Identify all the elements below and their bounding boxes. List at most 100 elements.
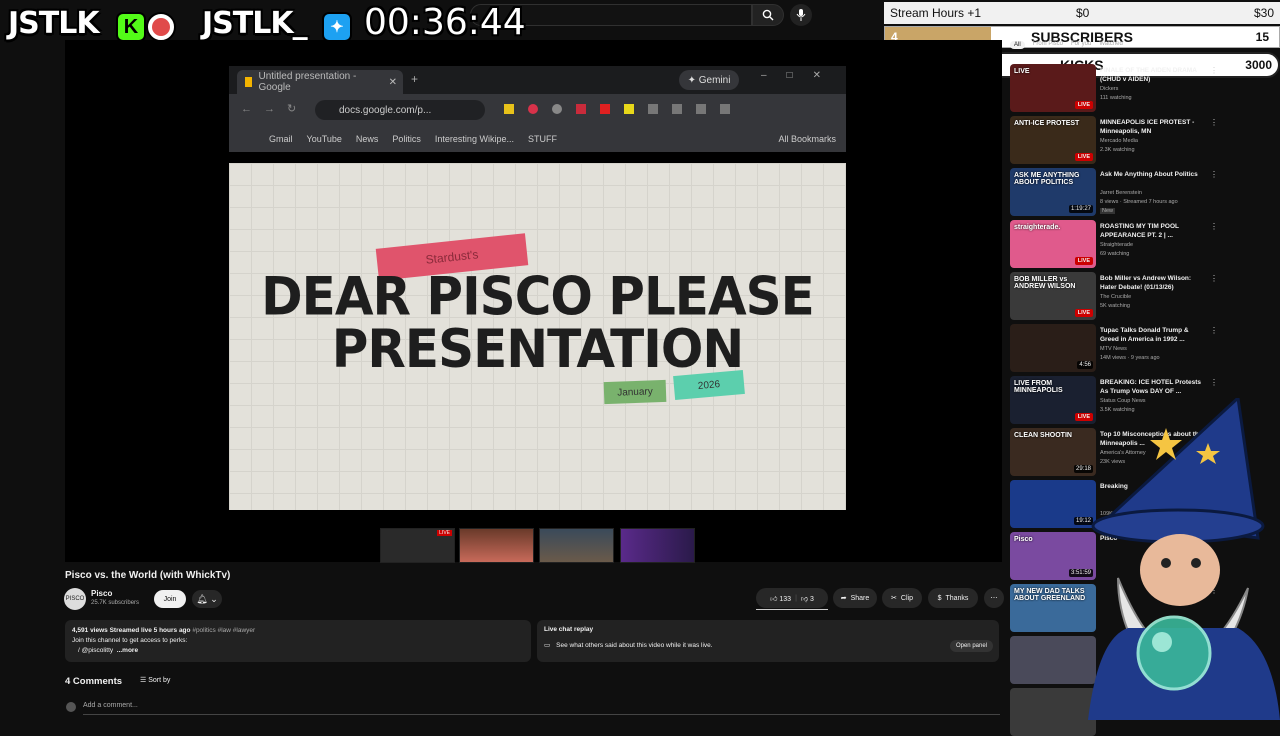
video-thumbnail[interactable]: LIVE FROM MINNEAPOLIS LIVE — [1010, 376, 1096, 424]
description-more[interactable]: ...more — [117, 647, 138, 654]
open-panel-button[interactable]: Open panel — [949, 640, 993, 652]
sidebar-video-meta: 111 watching — [1100, 95, 1132, 101]
sidebar-video-meta: 69 watching — [1100, 251, 1130, 257]
join-button[interactable]: Join — [154, 590, 186, 608]
description-box[interactable]: 4,591 views Streamed live 5 hours ago #p… — [65, 620, 531, 662]
sidebar-video-title[interactable]: BREAKING: ICE HOTEL Protests As Trump Vo… — [1100, 378, 1208, 396]
cam-thumb-2 — [459, 528, 534, 563]
sidebar-video-title[interactable]: Bob Miller vs Andrew Wilson: Hater Debat… — [1100, 274, 1208, 292]
sidebar-video-channel: Dickers — [1100, 86, 1119, 92]
channel-name[interactable]: Pisco — [91, 589, 112, 598]
video-title: Pisco vs. the World (with WhickTv) — [65, 570, 231, 581]
chip-for-you[interactable]: For you — [1071, 41, 1091, 49]
chip-watched[interactable]: Watched — [1099, 41, 1122, 49]
sidebar-video-item[interactable]: ASK ME ANYTHING ABOUT POLITICS 1:19:27 A… — [1010, 168, 1218, 216]
video-thumbnail[interactable] — [1010, 688, 1096, 736]
close-tab-icon: ✕ — [388, 76, 397, 88]
more-options-icon[interactable]: ⋮ — [1210, 378, 1218, 387]
wizard-mascot — [1088, 398, 1280, 720]
live-badge: LIVE — [437, 530, 452, 536]
more-actions-button[interactable]: ⋯ — [984, 588, 1004, 608]
new-tab-icon: + — [411, 72, 419, 86]
sidebar-video-channel: Mercado Media — [1100, 138, 1138, 144]
add-comment-input[interactable]: Add a comment... — [83, 702, 138, 709]
record-icon — [146, 12, 176, 42]
presentation-slide: Stardust's DEAR PISCO PLEASE PRESENTATIO… — [229, 163, 846, 510]
brand-logo-right: JSTLK_ — [202, 6, 308, 41]
more-options-icon[interactable]: ⋮ — [1210, 274, 1218, 283]
cam-thumb-3 — [539, 528, 614, 563]
video-thumbnail[interactable]: 19:12 — [1010, 480, 1096, 528]
like-dislike-group: 👍︎ 133 | 👎︎ 3 — [756, 588, 828, 608]
thumbnail-text: Pisco — [1014, 536, 1033, 543]
sidebar-video-item[interactable]: BOB MILLER vs ANDREW WILSON LIVE Bob Mil… — [1010, 272, 1218, 320]
video-thumbnail[interactable]: MY NEW DAD TALKS ABOUT GREENLAND — [1010, 584, 1096, 632]
more-options-icon[interactable]: ⋮ — [1210, 118, 1218, 127]
more-options-icon[interactable]: ⋮ — [1210, 66, 1218, 75]
sidebar-video-title[interactable]: FINALE OF THE AIDEN DRAMA (CHUD v AIDEN) — [1100, 66, 1208, 84]
slide-tag-year: 2026 — [673, 369, 745, 401]
browser-tab-title: Untitled presentation - Google — [258, 71, 357, 93]
video-duration-badge: 4:56 — [1077, 361, 1093, 369]
more-icon: ⋯ — [990, 595, 998, 602]
description-line3: / @piscolitty — [78, 647, 114, 654]
thanks-icon: $ — [937, 594, 942, 602]
notification-bell-button[interactable]: 🔔︎ ⌄ — [192, 590, 222, 608]
sidebar-video-item[interactable]: ANTI-ICE PROTEST LIVE MINNEAPOLIS ICE PR… — [1010, 116, 1218, 164]
search-button[interactable] — [752, 4, 784, 26]
video-thumbnail[interactable] — [1010, 636, 1096, 684]
stream-hours-end: $30 — [1253, 6, 1274, 20]
chip-from-pisco[interactable]: From Pisco — [1033, 41, 1063, 49]
channel-avatar[interactable]: PISCO — [64, 588, 86, 610]
more-options-icon[interactable]: ⋮ — [1210, 222, 1218, 231]
sidebar-video-title[interactable]: ROASTING MY TIM POOL APPEARANCE PT. 2 | … — [1100, 222, 1208, 240]
scissors-icon: ✂ — [891, 595, 897, 602]
channel-subscribers: 25.7K subscribers — [91, 600, 140, 606]
sidebar-video-item[interactable]: LIVE LIVE FINALE OF THE AIDEN DRAMA (CHU… — [1010, 64, 1218, 112]
stream-hours-start: $0 — [1076, 6, 1090, 20]
like-ratio-bar — [756, 609, 828, 610]
sidebar-video-channel: MTV News — [1100, 346, 1127, 352]
thumbnail-text: BOB MILLER vs ANDREW WILSON — [1014, 276, 1076, 290]
bell-icon: 🔔︎ — [196, 593, 208, 604]
kicks-goal-value: 3000 — [1245, 58, 1272, 72]
video-thumbnail[interactable]: 4:56 — [1010, 324, 1096, 372]
thumbnail-text: ASK ME ANYTHING ABOUT POLITICS — [1014, 172, 1080, 186]
video-thumbnail[interactable]: CLEAN SHOOTIN 29:18 — [1010, 428, 1096, 476]
slide-title-line2: PRESENTATION — [331, 318, 744, 380]
more-options-icon[interactable]: ⋮ — [1210, 170, 1218, 179]
video-duration-badge: LIVE — [1074, 309, 1093, 317]
sidebar-video-item[interactable]: straighterade. LIVE ROASTING MY TIM POOL… — [1010, 220, 1218, 268]
cam-thumb-4 — [620, 528, 695, 563]
video-thumbnail[interactable]: ANTI-ICE PROTEST LIVE — [1010, 116, 1096, 164]
slide-tag-month: January — [603, 379, 667, 405]
video-thumbnail[interactable]: straighterade. LIVE — [1010, 220, 1096, 268]
sidebar-video-item[interactable]: 4:56 Tupac Talks Donald Trump & Greed in… — [1010, 324, 1218, 372]
more-options-icon[interactable]: ⋮ — [1210, 326, 1218, 335]
sidebar-video-title[interactable]: Ask Me Anything About Politics — [1100, 170, 1208, 179]
search-icon — [762, 9, 774, 21]
chip-all[interactable]: All — [1010, 41, 1025, 49]
video-thumbnail[interactable]: LIVE LIVE — [1010, 64, 1096, 112]
dislike-button[interactable]: 👎︎ 3 — [801, 594, 814, 603]
window-controls: –□✕ — [761, 70, 841, 81]
sidebar-video-title[interactable]: MINNEAPOLIS ICE PROTEST - Minneapolis, M… — [1100, 118, 1208, 136]
thanks-button[interactable]: $ Thanks — [928, 588, 978, 608]
sidebar-video-title[interactable]: Tupac Talks Donald Trump & Greed in Amer… — [1100, 326, 1208, 344]
video-thumbnail[interactable]: ASK ME ANYTHING ABOUT POLITICS 1:19:27 — [1010, 168, 1096, 216]
video-thumbnail[interactable]: Pisco 3:51:59 — [1010, 532, 1096, 580]
sidebar-video-channel: Jarret Berenstein — [1100, 190, 1142, 196]
subscribers-goal-value: 15 — [1255, 30, 1269, 44]
video-thumbnail[interactable]: BOB MILLER vs ANDREW WILSON LIVE — [1010, 272, 1096, 320]
stream-hours-label: Stream Hours +1 — [890, 6, 982, 20]
voice-search-button[interactable] — [790, 4, 812, 26]
chevron-down-icon: ⌄ — [210, 593, 218, 604]
share-button[interactable]: ➦ Share — [833, 588, 877, 608]
slides-icon — [245, 77, 253, 87]
nav-arrows: ←→↻ — [241, 103, 309, 115]
clip-button[interactable]: ✂ Clip — [882, 588, 922, 608]
like-button[interactable]: 👍︎ 133 — [770, 594, 791, 603]
sort-by-button[interactable]: ☰ Sort by — [140, 676, 170, 684]
twitter-icon: ✦ — [322, 12, 352, 42]
sidebar-video-meta: 8 views · Streamed 7 hours ago — [1100, 199, 1178, 205]
